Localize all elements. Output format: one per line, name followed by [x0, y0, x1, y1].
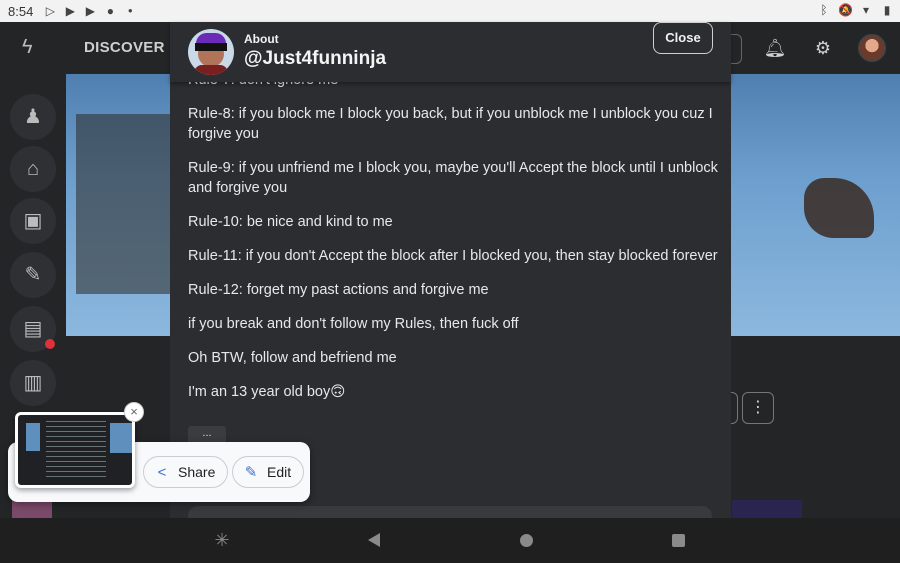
system-nav-bar: ✳ [0, 518, 900, 563]
back-button[interactable] [364, 530, 384, 550]
status-bar: 8:54 ▷ ▶ ▶ ● ● ᛒ 🔕 ▾ ▮ [0, 0, 900, 22]
wifi-icon: ▾ [862, 3, 870, 17]
bio-line: Rule-9: if you unfriend me I block you, … [188, 160, 718, 196]
assistant-icon[interactable]: ✳ [212, 530, 232, 550]
bottom-thumbnail-left [12, 500, 52, 518]
library-icon: ▥ [23, 372, 43, 394]
dismiss-screenshot-button[interactable]: × [124, 402, 144, 422]
nav-actions: 🔔︎ ⚙ [762, 34, 886, 62]
sidebar-item-marketplace[interactable]: ⌂ [10, 146, 56, 192]
app-logo-icon[interactable]: ϟ [22, 36, 44, 58]
bio-line: Oh BTW, follow and befriend me [188, 350, 397, 366]
thumb-shape [110, 423, 132, 453]
bio-line: Rule-12: forget my past actions and forg… [188, 282, 489, 298]
modal-header: About @Just4funninja Close [170, 22, 731, 82]
sidebar-item-avatar[interactable]: ♟ [10, 94, 56, 140]
robux-icon[interactable]: ⚙ [810, 35, 836, 61]
brush-icon: ✎ [24, 264, 42, 286]
youtube-icon: ▶ [65, 4, 75, 18]
share-button[interactable]: < Share [143, 456, 229, 488]
discord-icon: ● [106, 4, 114, 18]
recents-icon [671, 534, 685, 547]
pencil-icon: ✎ [244, 464, 258, 481]
recents-button[interactable] [668, 530, 688, 551]
edit-button[interactable]: ✎ Edit [232, 456, 305, 488]
share-icon: < [157, 463, 167, 481]
person-icon: ♟ [24, 106, 42, 128]
home-button[interactable] [516, 530, 536, 551]
share-label: Share [178, 464, 216, 480]
sidebar-badge [45, 339, 55, 349]
youtube-icon: ▶ [85, 4, 95, 18]
battery-icon: ▮ [883, 3, 891, 17]
avatar-sunglasses [195, 43, 227, 51]
notification-icons: ▷ ▶ ▶ ● ● [43, 4, 137, 18]
bluetooth-icon: ᛒ [820, 3, 828, 17]
bio-line: Rule-11: if you don't Accept the block a… [188, 248, 718, 264]
edit-label: Edit [267, 464, 292, 480]
bio-line: Rule-8: if you block me I block you back… [188, 106, 713, 142]
bio-line: Rule-7: don't ignore me [188, 82, 718, 90]
more-options-button[interactable]: ⋮ [742, 392, 774, 424]
store-icon: ⌂ [26, 158, 40, 180]
bio-line: Rule-10: be nice and kind to me [188, 214, 393, 230]
system-icons: ᛒ 🔕 ▾ ▮ [817, 3, 894, 17]
close-button[interactable]: Close [653, 22, 713, 54]
home-icon [519, 534, 533, 547]
avatar [188, 29, 234, 75]
close-icon: × [130, 404, 138, 419]
modal-section-label: About [244, 32, 279, 46]
sidebar-item-library[interactable]: ▥ [10, 360, 56, 406]
bell-icon[interactable]: 🔔︎ [762, 35, 788, 61]
sidebar-item-inventory[interactable]: ▣ [10, 198, 56, 244]
bio-line: I'm an 13 year old boy🙃 [188, 384, 346, 400]
thumb-shape [26, 423, 40, 451]
play-store-icon: ▷ [45, 4, 55, 18]
thumb-text [46, 421, 106, 481]
dot-icon: ● [127, 6, 133, 15]
screenshot-thumbnail[interactable] [15, 412, 135, 488]
mute-icon: 🔕 [838, 3, 853, 17]
bag-icon: ▣ [23, 210, 43, 232]
status-time: 8:54 [8, 3, 34, 19]
bottom-thumbnail [732, 500, 802, 518]
chat-icon: ▤ [23, 318, 43, 340]
sidebar-item-create[interactable]: ✎ [10, 252, 56, 298]
username-handle: @Just4funninja [244, 48, 387, 69]
avatar-shirt [194, 65, 228, 75]
avatar[interactable] [858, 34, 886, 62]
back-icon [368, 533, 380, 547]
banner-figure [804, 178, 874, 238]
bio-line: if you break and don't follow my Rules, … [188, 316, 519, 332]
discover-tab[interactable]: DISCOVER [84, 39, 165, 56]
